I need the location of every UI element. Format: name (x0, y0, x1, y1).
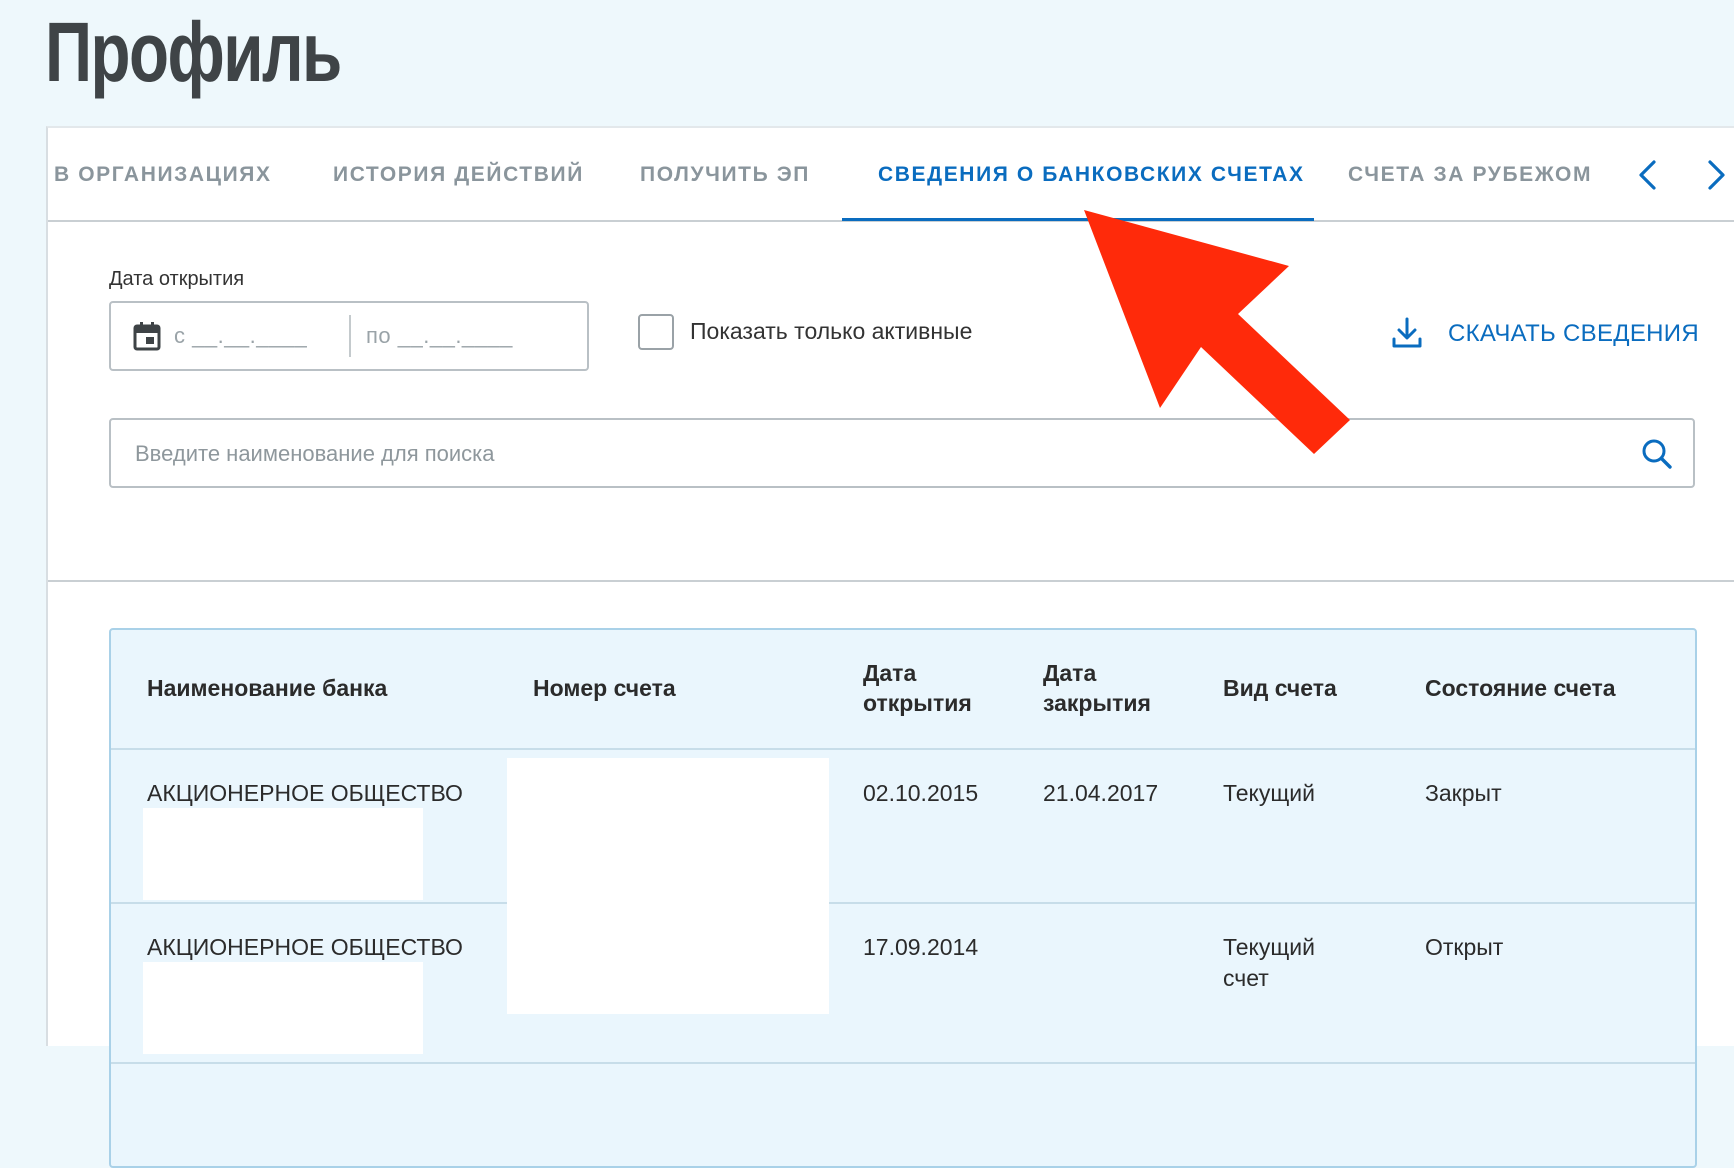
tab-get-signature[interactable]: ПОЛУЧИТЬ ЭП (640, 128, 810, 222)
bank-accounts-table: Наименование банка Номер счета Дата откр… (109, 628, 1697, 1168)
chevron-left-icon (1639, 160, 1656, 190)
active-only-label[interactable]: Показать только активные (690, 318, 972, 345)
tab-bar: В ОРГАНИЗАЦИЯХ ИСТОРИЯ ДЕЙСТВИЙ ПОЛУЧИТЬ… (48, 128, 1734, 222)
chevron-right-icon (1708, 160, 1725, 190)
cell-account-status: Открыт (1425, 934, 1504, 960)
redacted-area (143, 962, 423, 1054)
search-icon[interactable] (1641, 438, 1673, 470)
header-close-date-line1: Дата (1043, 660, 1097, 686)
tabs-prev-button[interactable] (1632, 158, 1664, 192)
table-row[interactable]: АКЦИОНЕРНОЕ ОБЩЕСТВО 02.10.2015 21.04.20… (111, 750, 1695, 904)
profile-card: В ОРГАНИЗАЦИЯХ ИСТОРИЯ ДЕЙСТВИЙ ПОЛУЧИТЬ… (46, 126, 1734, 1168)
section-divider (48, 580, 1734, 582)
table-row[interactable]: АКЦИОНЕРНОЕ ОБЩЕСТВО 17.09.2014 Текущий … (111, 904, 1695, 1064)
cell-open-date: 17.09.2014 (863, 934, 979, 960)
tabs-next-button[interactable] (1700, 158, 1732, 192)
date-separator (349, 315, 351, 357)
header-account-type: Вид счета (1223, 675, 1337, 701)
header-open-date: Дата открытия (863, 658, 972, 718)
header-open-date-line1: Дата (863, 660, 917, 686)
active-tab-indicator (842, 218, 1314, 221)
date-to-input[interactable]: по __.__.____ (366, 323, 513, 349)
cell-account-type-line2: счет (1223, 965, 1269, 991)
tab-bank-accounts[interactable]: СВЕДЕНИЯ О БАНКОВСКИХ СЧЕТАХ (878, 128, 1305, 222)
cell-bank-name: АКЦИОНЕРНОЕ ОБЩЕСТВО (147, 780, 463, 806)
date-filter-label: Дата открытия (109, 268, 245, 290)
search-field (109, 418, 1695, 488)
redacted-area (143, 808, 423, 900)
header-open-date-line2: открытия (863, 690, 972, 716)
cell-close-date: 21.04.2017 (1043, 780, 1159, 806)
table-header: Наименование банка Номер счета Дата откр… (111, 630, 1695, 750)
search-input[interactable] (133, 420, 1617, 488)
cell-account-type: Текущий счет (1223, 932, 1315, 994)
tab-organizations[interactable]: В ОРГАНИЗАЦИЯХ (54, 128, 272, 222)
header-close-date-line2: закрытия (1043, 690, 1151, 716)
date-from-input[interactable]: с __.__.____ (174, 323, 307, 349)
header-close-date: Дата закрытия (1043, 658, 1151, 718)
cell-account-status: Закрыт (1425, 780, 1502, 806)
page-title: Профиль (45, 5, 342, 99)
header-bank-name: Наименование банка (147, 675, 388, 701)
active-only-checkbox[interactable] (638, 314, 674, 350)
cell-account-type-line1: Текущий (1223, 934, 1315, 960)
download-label: СКАЧАТЬ СВЕДЕНИЯ (1448, 320, 1699, 347)
tab-foreign-accounts[interactable]: СЧЕТА ЗА РУБЕЖОМ (1348, 128, 1592, 222)
tab-action-history[interactable]: ИСТОРИЯ ДЕЙСТВИЙ (333, 128, 584, 222)
cell-bank-name: АКЦИОНЕРНОЕ ОБЩЕСТВО (147, 934, 463, 960)
date-range-field[interactable]: с __.__.____ по __.__.____ (109, 301, 589, 371)
download-icon (1392, 317, 1422, 348)
cell-open-date: 02.10.2015 (863, 780, 979, 806)
redacted-account-numbers (507, 758, 829, 1014)
header-account-number: Номер счета (533, 675, 676, 701)
calendar-icon[interactable] (133, 321, 161, 351)
cell-account-type: Текущий (1223, 780, 1315, 806)
header-account-status: Состояние счета (1425, 675, 1616, 701)
